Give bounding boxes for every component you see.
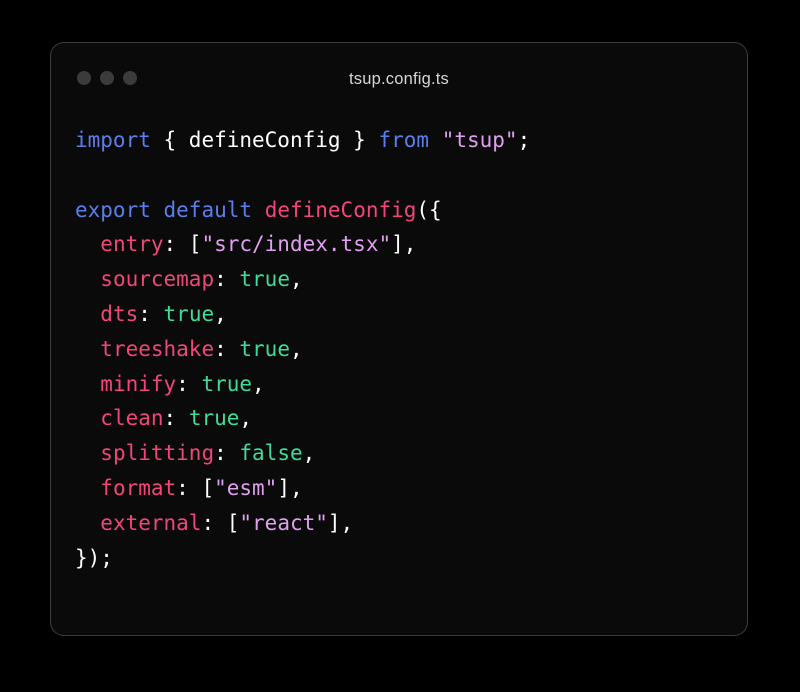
code-token-punct: , bbox=[252, 371, 265, 396]
code-token-string: "tsup" bbox=[441, 128, 518, 152]
code-token-property: format bbox=[100, 475, 177, 500]
code-token-punct: , bbox=[289, 336, 303, 361]
code-token-punct: ], bbox=[391, 232, 417, 257]
code-token-punct: , bbox=[239, 406, 253, 431]
code-line: minify: true, bbox=[51, 367, 747, 402]
window-title: tsup.config.ts bbox=[348, 70, 450, 88]
code-token-boolean: true bbox=[188, 406, 240, 431]
code-token-keyword: from bbox=[378, 128, 430, 152]
window-titlebar: tsup.config.ts bbox=[51, 43, 747, 101]
code-token-punct: ], bbox=[277, 475, 303, 500]
code-token-boolean: true bbox=[201, 371, 253, 396]
code-token-punct: , bbox=[289, 267, 303, 292]
code-line: format: ["esm"], bbox=[51, 471, 747, 506]
code-token-property: splitting bbox=[100, 441, 215, 466]
code-line: }); bbox=[51, 541, 747, 576]
code-token-property: sourcemap bbox=[100, 267, 215, 292]
code-line: entry: ["src/index.tsx"], bbox=[51, 227, 747, 262]
code-token-boolean: true bbox=[163, 301, 215, 326]
code-token-punct: : bbox=[176, 371, 202, 396]
code-token-property: minify bbox=[100, 371, 177, 396]
code-token-punct: ({ bbox=[416, 197, 442, 222]
code-line: treeshake: true, bbox=[51, 332, 747, 367]
code-token-boolean: true bbox=[239, 336, 290, 361]
code-token-punct: }); bbox=[75, 545, 113, 570]
screenshot-canvas: tsup.config.ts import { defineConfig } f… bbox=[0, 0, 800, 692]
code-token-keyword: default bbox=[163, 197, 253, 222]
code-token-property: entry bbox=[100, 232, 164, 257]
code-token-keyword: export bbox=[75, 197, 151, 222]
code-token-boolean: true bbox=[239, 267, 290, 292]
code-token-function: defineConfig bbox=[264, 197, 417, 222]
code-window-card: tsup.config.ts import { defineConfig } f… bbox=[50, 42, 748, 636]
code-token-punct: : [ bbox=[176, 475, 215, 500]
code-token-punct: : bbox=[214, 441, 240, 466]
code-token-string: "react" bbox=[239, 510, 328, 535]
code-token-plain: { defineConfig } bbox=[163, 128, 366, 152]
code-token-punct: : [ bbox=[163, 232, 202, 257]
code-token-punct: ; bbox=[517, 128, 531, 152]
code-line: sourcemap: true, bbox=[51, 262, 747, 297]
code-token-property: external bbox=[100, 510, 202, 535]
code-token-property: dts bbox=[100, 301, 139, 326]
code-token-string: "src/index.tsx" bbox=[201, 232, 392, 257]
code-line: export default defineConfig({ bbox=[51, 193, 747, 228]
code-line: external: ["react"], bbox=[51, 506, 747, 541]
code-token-string: "esm" bbox=[214, 475, 278, 500]
code-token-punct: : bbox=[138, 301, 164, 326]
code-token-punct: : bbox=[214, 336, 240, 361]
code-line: clean: true, bbox=[51, 401, 747, 436]
code-token-keyword: import bbox=[75, 128, 151, 152]
code-token-property: clean bbox=[100, 406, 164, 431]
code-token-punct: , bbox=[214, 301, 227, 326]
code-line: import { defineConfig } from "tsup"; bbox=[51, 123, 747, 158]
code-token-punct: , bbox=[302, 441, 316, 466]
code-line: splitting: false, bbox=[51, 436, 747, 471]
code-token-punct: : [ bbox=[201, 510, 240, 535]
code-token-punct: ], bbox=[327, 510, 354, 535]
code-token-boolean: false bbox=[239, 441, 303, 466]
code-block: import { defineConfig } from "tsup"; expo… bbox=[51, 101, 747, 575]
code-token-punct: : bbox=[214, 267, 240, 292]
code-token-property: treeshake bbox=[100, 336, 215, 361]
code-line: dts: true, bbox=[51, 297, 747, 332]
code-token-punct: : bbox=[163, 406, 189, 431]
